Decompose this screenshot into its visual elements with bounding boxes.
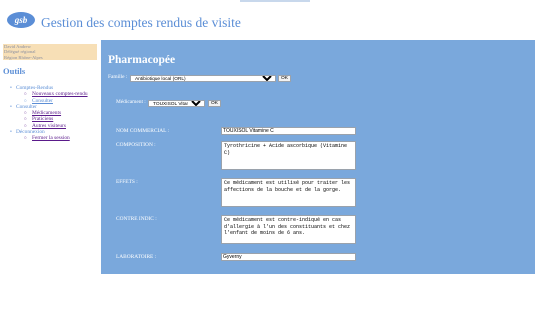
medicament-label: Médicament :: [116, 99, 146, 105]
user-info-box: David Andrew Délégué régional Région Rhô…: [3, 44, 97, 60]
composition-field[interactable]: Tyrothricine + Acide ascorbique (Vitamin…: [221, 141, 356, 170]
laboratoire-label: LABORATOIRE :: [116, 254, 157, 260]
effets-field[interactable]: Ce médicament est utilisé pour traiter l…: [221, 178, 356, 207]
medicament-ok-button[interactable]: OK: [208, 100, 221, 107]
composition-label: COMPOSITION :: [116, 142, 156, 148]
top-strip: [240, 0, 310, 2]
page-title: Gestion des comptes rendus de visite: [41, 15, 241, 30]
nom-commercial-label: NOM COMMERCIAL :: [116, 128, 170, 134]
sidebar-menu: Comptes-Rendus Nouveaux comptes-rendu Co…: [10, 85, 88, 142]
panel-title: Pharmacopée: [108, 54, 176, 66]
laboratoire-field[interactable]: [221, 253, 356, 261]
logo-text: gsb: [14, 15, 28, 25]
nom-commercial-field[interactable]: [221, 127, 356, 135]
menu-link-fermer-session[interactable]: Fermer la session: [10, 135, 88, 142]
famille-ok-button[interactable]: OK: [278, 75, 291, 82]
contre-indic-field[interactable]: Ce médicament est contre-indiqué en cas …: [221, 215, 356, 244]
user-region: Région Rhône-Alpes: [4, 54, 43, 60]
famille-select[interactable]: Antibiotique local (ORL): [130, 75, 276, 82]
medicament-select[interactable]: TOUXISOL Vitamine C: [148, 100, 205, 107]
contre-indic-label: CONTRE INDIC :: [116, 216, 157, 222]
effets-label: EFFETS :: [116, 179, 138, 185]
famille-label: Famille :: [108, 74, 128, 80]
gsb-logo: gsb: [7, 12, 35, 28]
sidebar-title: Outils: [3, 66, 26, 76]
